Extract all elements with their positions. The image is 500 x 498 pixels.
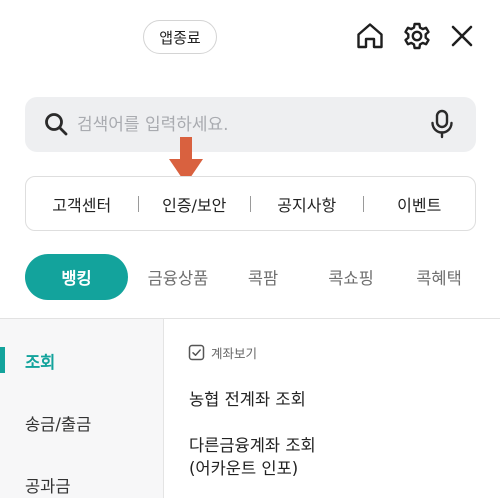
mic-icon[interactable] — [428, 109, 456, 139]
nav-item-inquiry[interactable]: 조회 — [25, 349, 55, 373]
settings-button[interactable] — [401, 20, 433, 52]
section-header: 계좌보기 — [188, 343, 257, 362]
gear-icon — [404, 22, 430, 50]
link-label: 다른금융계좌 조회 — [189, 436, 316, 455]
active-nav-indicator — [0, 347, 5, 373]
link-sublabel: (어카운트 인포) — [189, 459, 299, 478]
nav-item-transfer[interactable]: 송금/출금 — [25, 411, 91, 435]
tab-kokfarm[interactable]: 콕팜 — [238, 254, 288, 300]
left-nav: 조회 송금/출금 공과금 — [0, 319, 164, 498]
home-button[interactable] — [354, 20, 386, 52]
nav-item-utility-bills[interactable]: 공과금 — [25, 473, 71, 497]
category-tabs: 뱅킹 금융상품 콕팜 콕쇼핑 콕혜택 — [0, 254, 500, 300]
tab-kokbenefit[interactable]: 콕혜택 — [404, 254, 474, 300]
close-icon — [451, 25, 473, 47]
close-button[interactable] — [446, 20, 478, 52]
quick-link-notices[interactable]: 공지사항 — [251, 192, 363, 216]
home-icon — [357, 23, 383, 49]
quick-link-events[interactable]: 이벤트 — [364, 192, 476, 216]
submenu-panel: 계좌보기 농협 전계좌 조회 다른금융계좌 조회 (어카운트 인포) — [165, 319, 500, 498]
exit-app-button[interactable]: 앱종료 — [143, 20, 217, 54]
tab-financial-products[interactable]: 금융상품 — [138, 254, 218, 300]
link-label: 농협 전계좌 조회 — [189, 390, 306, 409]
quick-link-auth-security[interactable]: 인증/보안 — [139, 192, 251, 216]
tab-kokshopping[interactable]: 콕쇼핑 — [316, 254, 386, 300]
search-input[interactable] — [77, 97, 417, 152]
search-bar[interactable] — [25, 97, 476, 152]
quick-link-customer-center[interactable]: 고객센터 — [26, 192, 138, 216]
quick-links-bar: 고객센터 인증/보안 공지사항 이벤트 — [25, 176, 476, 231]
link-other-bank-accounts-inquiry[interactable]: 다른금융계좌 조회 (어카운트 인포) — [189, 434, 316, 480]
tab-banking[interactable]: 뱅킹 — [25, 254, 128, 300]
search-icon — [45, 113, 68, 136]
section-title: 계좌보기 — [211, 346, 258, 361]
checkbox-icon — [188, 344, 205, 361]
link-all-accounts-inquiry[interactable]: 농협 전계좌 조회 — [189, 388, 306, 411]
